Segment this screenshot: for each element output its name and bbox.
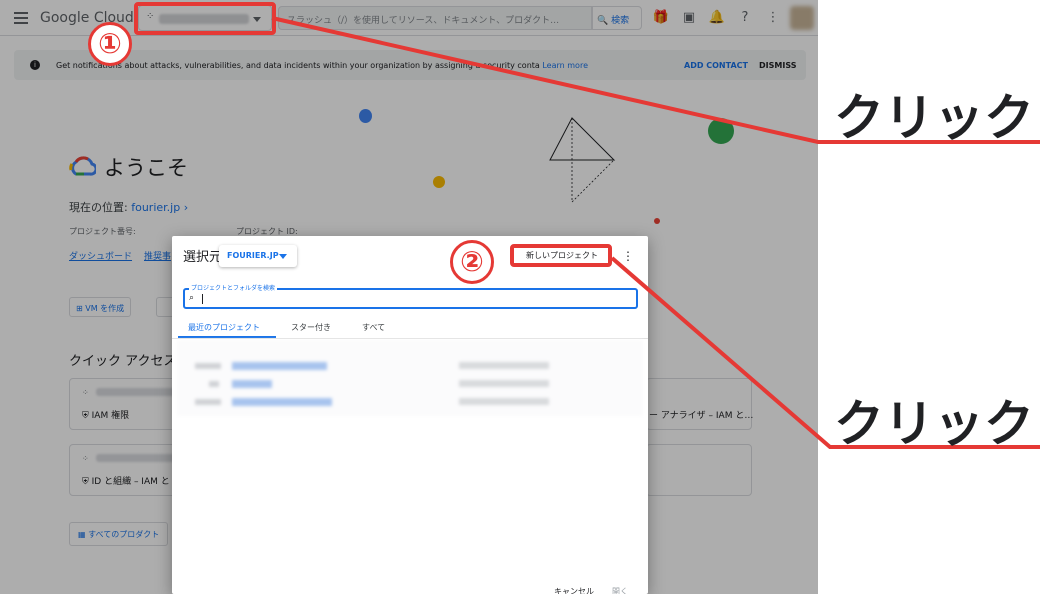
annotation-highlight-project-picker (134, 2, 276, 35)
annotation-step-1-label: ① (88, 22, 132, 66)
annotation-click-label-2: クリック (834, 395, 1034, 453)
annotation-highlight-new-project (510, 244, 612, 267)
annotation-step-2: ② (450, 240, 494, 284)
annotation-click-label-1: クリック (834, 89, 1034, 147)
annotation-step-1: ① (88, 22, 132, 66)
annotation-step-2-label: ② (450, 240, 494, 284)
